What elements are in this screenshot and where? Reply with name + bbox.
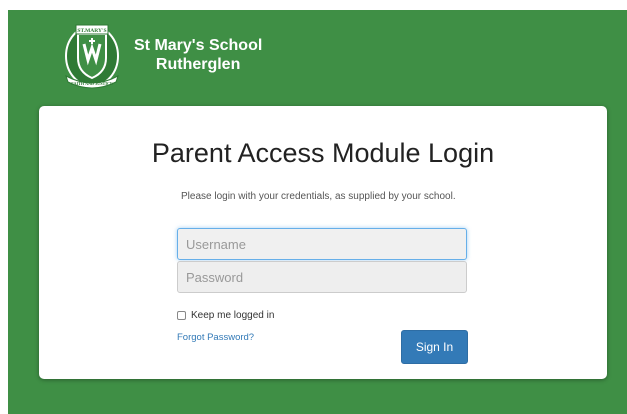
school-header: ST.MARY'S FAITH AND JUSTICE St Mary's Sc… (60, 20, 262, 90)
keep-logged-in-label: Keep me logged in (191, 310, 275, 321)
username-input[interactable] (177, 228, 467, 260)
keep-logged-in-checkbox[interactable] (177, 311, 186, 320)
password-input[interactable] (177, 261, 467, 293)
login-card: Parent Access Module Login Please login … (39, 106, 607, 379)
forgot-password-link[interactable]: Forgot Password? (177, 332, 254, 343)
crest-top-text: ST.MARY'S (77, 28, 106, 34)
login-instructions: Please login with your credentials, as s… (181, 191, 456, 202)
school-name: St Mary's School Rutherglen (134, 36, 262, 74)
crest-motto-text: FAITH AND JUSTICE (71, 81, 113, 86)
school-crest-icon: ST.MARY'S FAITH AND JUSTICE (65, 24, 119, 89)
keep-logged-in[interactable]: Keep me logged in (177, 310, 274, 321)
page-title: Parent Access Module Login (151, 138, 495, 168)
school-name-line1: St Mary's School (134, 37, 263, 54)
school-name-line2: Rutherglen (155, 56, 241, 73)
sign-in-button[interactable]: Sign In (401, 330, 468, 364)
